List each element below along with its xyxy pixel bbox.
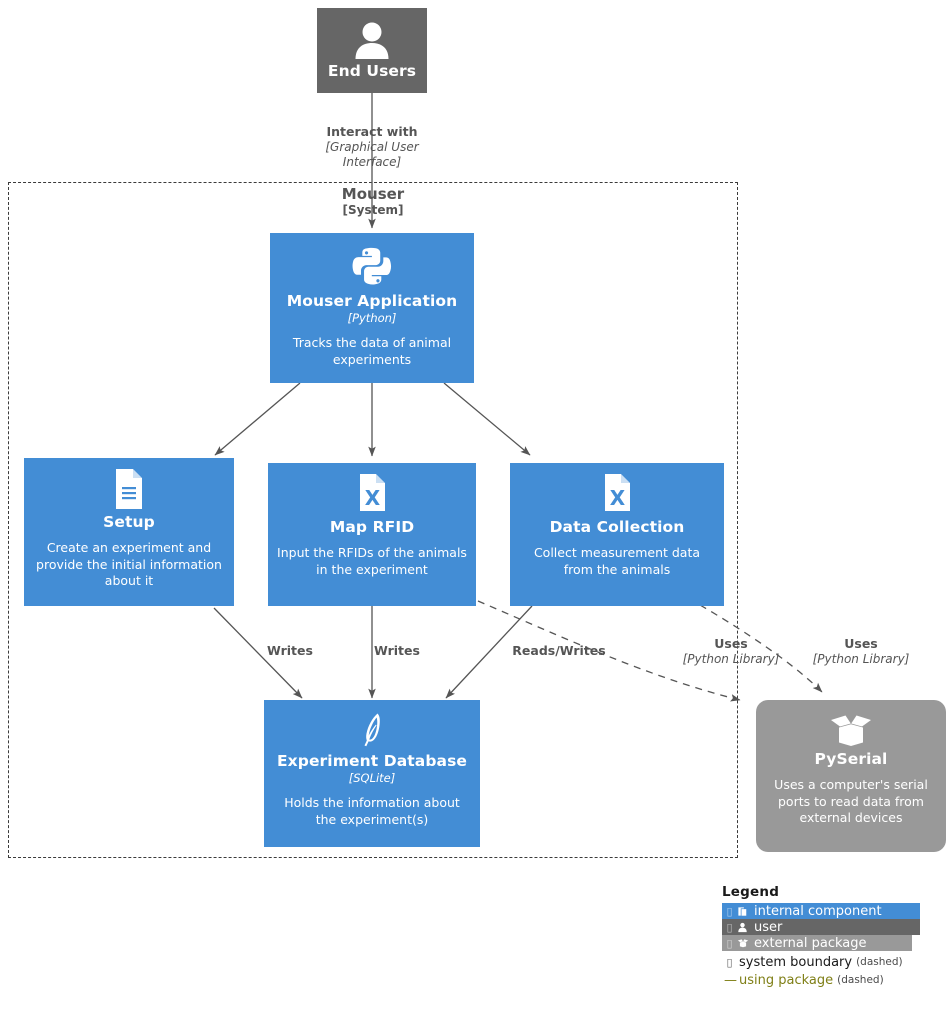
node-end-users[interactable]: End Users [317, 8, 427, 93]
legend: Legend ▯ internal component ▯ user ▯ ext… [722, 884, 932, 989]
edge-label-main: Writes [267, 643, 313, 658]
node-title: PySerial [814, 750, 888, 768]
box-placeholder-glyph: ▯ [726, 936, 733, 950]
legend-label: internal component [754, 903, 882, 919]
python-logo-icon [349, 244, 395, 290]
system-boundary-name: Mouser [341, 185, 405, 203]
person-icon [735, 922, 750, 933]
legend-label: external package [754, 935, 867, 951]
edge-label-main: Interact with [326, 124, 418, 139]
edge-label-writes-setup: Writes [234, 643, 346, 659]
edge-label-sub: [Python Library] [682, 651, 780, 666]
node-description: Holds the information about the experime… [284, 795, 460, 827]
edge-label-uses-map-rfid: Uses [Python Library] [670, 636, 792, 667]
person-icon [351, 20, 393, 60]
node-map-rfid[interactable]: X Map RFID Input the RFIDs of the animal… [268, 463, 476, 606]
legend-row-internal-component: ▯ internal component [722, 903, 920, 919]
node-title: Setup [103, 513, 155, 531]
svg-text:X: X [365, 486, 381, 510]
node-title: Data Collection [549, 518, 685, 536]
system-boundary-type: [System] [342, 203, 404, 218]
dashed-rect-icon: ▯ [726, 955, 733, 969]
node-data-collection[interactable]: X Data Collection Collect measurement da… [510, 463, 724, 606]
legend-title: Legend [722, 884, 780, 900]
excel-file-icon: X [597, 472, 637, 516]
legend-note: (dashed) [837, 974, 884, 986]
package-box-icon [735, 938, 750, 948]
edge-label-main: Reads/Writes [512, 643, 606, 658]
node-description: Tracks the data of animal experiments [292, 335, 452, 367]
edge-label-uses-data-collection: Uses [Python Library] [800, 636, 922, 667]
node-description: Collect measurement data from the animal… [533, 545, 701, 577]
package-box-icon [828, 712, 874, 748]
legend-row-user: ▯ user [722, 919, 920, 935]
system-boundary-label: Mouser [System] [288, 185, 458, 218]
node-title: Map RFID [329, 518, 415, 536]
edge-label-main: Uses [844, 636, 878, 651]
document-lines-icon [109, 467, 149, 511]
node-description: Uses a computer's serial ports to read d… [774, 777, 928, 826]
node-pyserial[interactable]: PySerial Uses a computer's serial ports … [756, 700, 946, 852]
node-tech: [Python] [347, 311, 397, 326]
edge-label-sub: [Graphical User Interface] [325, 139, 419, 169]
edge-label-sub: [Python Library] [812, 651, 910, 666]
legend-label: using package [739, 972, 834, 988]
svg-text:X: X [610, 486, 626, 510]
component-icon [735, 906, 750, 917]
node-title: Mouser Application [286, 292, 458, 310]
box-placeholder-glyph: ▯ [726, 920, 733, 934]
excel-file-icon: X [352, 472, 392, 516]
legend-label: system boundary [739, 954, 853, 970]
dashed-line-icon: — [724, 972, 737, 988]
legend-row-using-package: — using package (dashed) [722, 971, 932, 989]
node-mouser-application[interactable]: Mouser Application [Python] Tracks the d… [270, 233, 474, 383]
node-description: Input the RFIDs of the animals in the ex… [277, 545, 467, 577]
node-description: Create an experiment and provide the ini… [36, 540, 222, 589]
diagram-canvas: Mouser [System] End Users Mouser Applica… [0, 0, 952, 1010]
legend-note: (dashed) [856, 956, 903, 968]
sqlite-feather-icon [355, 710, 389, 750]
edge-label-interact-with: Interact with [Graphical User Interface] [317, 124, 427, 170]
box-placeholder-glyph: ▯ [726, 904, 733, 918]
edge-label-main: Uses [714, 636, 748, 651]
edge-label-main: Writes [374, 643, 420, 658]
legend-label: user [754, 919, 783, 935]
edge-label-reads-writes: Reads/Writes [488, 643, 630, 659]
legend-row-system-boundary: ▯ system boundary (dashed) [722, 953, 932, 971]
node-title: End Users [327, 62, 417, 81]
edge-label-writes-map-rfid: Writes [341, 643, 453, 659]
legend-row-external-package: ▯ external package [722, 935, 912, 951]
node-title: Experiment Database [276, 752, 468, 770]
node-tech: [SQLite] [348, 771, 396, 786]
node-experiment-database[interactable]: Experiment Database [SQLite] Holds the i… [264, 700, 480, 847]
node-setup[interactable]: Setup Create an experiment and provide t… [24, 458, 234, 606]
